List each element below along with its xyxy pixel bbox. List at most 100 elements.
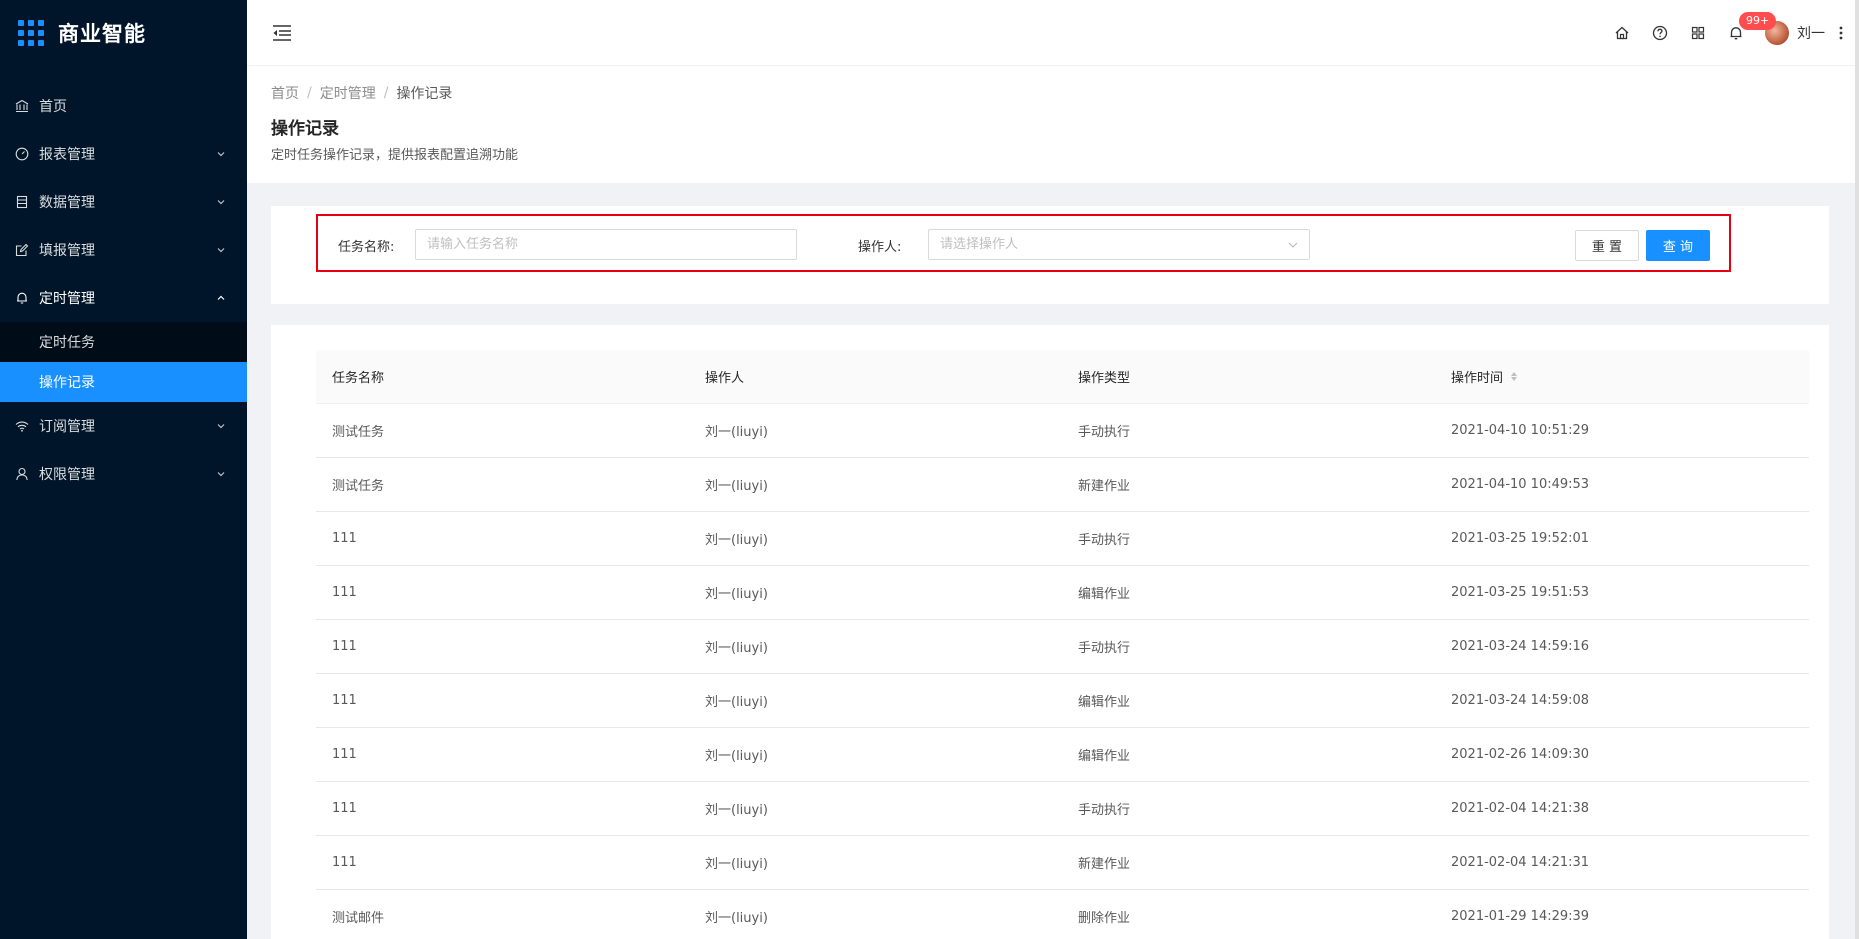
sidebar-item-permissions[interactable]: 权限管理 xyxy=(0,450,247,498)
cell-task-name: 111 xyxy=(332,639,357,654)
cell-operator: 刘一(liuyi) xyxy=(705,911,768,926)
page-title: 操作记录 xyxy=(271,119,339,139)
sidebar-item-operation-log[interactable]: 操作记录 xyxy=(0,362,247,402)
filter-card: 任务名称: 请输入任务名称 操作人: 请选择操作人 重 置 查 询 xyxy=(271,206,1829,304)
cell-operation-time: 2021-04-10 10:51:29 xyxy=(1451,423,1590,438)
notification-button[interactable]: 99+ xyxy=(1717,0,1777,66)
cell-task-name: 111 xyxy=(332,693,357,708)
cell-operation-time: 2021-03-25 19:52:01 xyxy=(1451,531,1590,546)
sort-icon[interactable] xyxy=(1511,372,1518,381)
more-vertical-icon[interactable] xyxy=(1831,0,1851,66)
cell-task-name: 测试任务 xyxy=(332,479,385,494)
username: 刘一 xyxy=(1797,26,1825,42)
breadcrumb-home[interactable]: 首页 xyxy=(271,83,299,103)
cell-operation-type: 手动执行 xyxy=(1078,803,1131,818)
table-row: 111 刘一(liuyi) 新建作业 2021-02-04 14:21:31 xyxy=(316,836,1809,890)
cell-task-name: 111 xyxy=(332,747,357,762)
column-header-operation-time[interactable]: 操作时间 xyxy=(1435,367,1808,386)
operator-select-placeholder: 请选择操作人 xyxy=(940,237,1019,252)
apps-grid-icon xyxy=(18,20,44,46)
query-button[interactable]: 查 询 xyxy=(1646,230,1710,261)
sidebar-item-label: 订阅管理 xyxy=(39,419,95,435)
cell-operator: 刘一(liuyi) xyxy=(705,479,768,494)
table-header: 任务名称 操作人 操作类型 操作时间 xyxy=(316,350,1809,404)
cell-task-name: 测试邮件 xyxy=(332,911,385,926)
cell-task-name: 111 xyxy=(332,531,357,546)
table-row: 111 刘一(liuyi) 编辑作业 2021-03-24 14:59:08 xyxy=(316,674,1809,728)
breadcrumb: 首页 / 定时管理 / 操作记录 xyxy=(271,83,1831,103)
sidebar-item-label: 数据管理 xyxy=(39,195,95,211)
menu-fold-icon[interactable] xyxy=(271,22,293,44)
sidebar-item-label: 报表管理 xyxy=(39,147,95,163)
sidebar-item-home[interactable]: 首页 xyxy=(0,82,247,130)
appstore-icon[interactable] xyxy=(1679,0,1717,66)
table-row: 111 刘一(liuyi) 编辑作业 2021-02-26 14:09:30 xyxy=(316,728,1809,782)
cell-operation-type: 删除作业 xyxy=(1078,911,1131,926)
sidebar-item-subscription[interactable]: 订阅管理 xyxy=(0,402,247,450)
wifi-icon xyxy=(15,419,29,433)
breadcrumb-current: 操作记录 xyxy=(396,86,453,102)
cell-task-name: 测试任务 xyxy=(332,425,385,440)
sidebar-item-data[interactable]: 数据管理 xyxy=(0,178,247,226)
breadcrumb-separator: / xyxy=(307,85,312,101)
chevron-down-icon xyxy=(215,148,227,160)
schedule-submenu: 定时任务 操作记录 xyxy=(0,322,247,402)
sidebar-item-schedule[interactable]: 定时管理 xyxy=(0,274,247,322)
cell-operation-type: 编辑作业 xyxy=(1078,587,1131,602)
cell-operation-type: 手动执行 xyxy=(1078,641,1131,656)
notification-badge: 99+ xyxy=(1739,12,1777,30)
cell-operation-type: 手动执行 xyxy=(1078,425,1131,440)
sidebar-item-scheduled-tasks[interactable]: 定时任务 xyxy=(0,322,247,362)
cell-operation-type: 新建作业 xyxy=(1078,479,1131,494)
column-header-operation-type: 操作类型 xyxy=(1078,371,1131,386)
cell-operator: 刘一(liuyi) xyxy=(705,695,768,710)
page-scrollbar[interactable] xyxy=(1855,0,1859,939)
edit-icon xyxy=(15,243,29,257)
cell-operation-time: 2021-03-25 19:51:53 xyxy=(1451,585,1590,600)
home-icon[interactable] xyxy=(1603,0,1641,66)
cell-operation-time: 2021-02-26 14:09:30 xyxy=(1451,747,1590,762)
help-icon[interactable] xyxy=(1641,0,1679,66)
cell-operator: 刘一(liuyi) xyxy=(705,857,768,872)
cell-operator: 刘一(liuyi) xyxy=(705,425,768,440)
reset-button[interactable]: 重 置 xyxy=(1575,230,1639,261)
table-body: 测试任务 刘一(liuyi) 手动执行 2021-04-10 10:51:29 测试任务… xyxy=(316,404,1809,939)
table-row: 测试任务 刘一(liuyi) 手动执行 2021-04-10 10:51:29 xyxy=(316,404,1809,458)
page-description: 定时任务操作记录，提供报表配置追溯功能 xyxy=(271,148,519,163)
task-name-input[interactable]: 请输入任务名称 xyxy=(415,229,797,260)
table-row: 测试邮件 刘一(liuyi) 删除作业 2021-01-29 14:29:39 xyxy=(316,890,1809,939)
sidebar-item-label: 首页 xyxy=(39,99,67,115)
cell-operator: 刘一(liuyi) xyxy=(705,587,768,602)
logo[interactable]: 商业智能 xyxy=(0,0,247,66)
sidebar-item-label: 权限管理 xyxy=(39,467,95,483)
table-card: 任务名称 操作人 操作类型 操作时间 测试任务 刘一(liuyi) 手动执行 2021… xyxy=(271,325,1829,939)
table-row: 测试任务 刘一(liuyi) 新建作业 2021-04-10 10:49:53 xyxy=(316,458,1809,512)
bell-icon xyxy=(15,291,29,305)
cell-operation-time: 2021-03-24 14:59:08 xyxy=(1451,693,1590,708)
chevron-down-icon xyxy=(215,468,227,480)
cell-task-name: 111 xyxy=(332,801,357,816)
breadcrumb-separator: / xyxy=(383,85,389,101)
database-icon xyxy=(15,195,29,209)
operation-log-table: 任务名称 操作人 操作类型 操作时间 测试任务 刘一(liuyi) 手动执行 2021… xyxy=(316,350,1809,939)
app-title: 商业智能 xyxy=(58,22,146,46)
breadcrumb-schedule[interactable]: 定时管理 xyxy=(320,83,376,103)
sidebar-item-label: 定时管理 xyxy=(39,291,95,307)
cell-operation-time: 2021-02-04 14:21:38 xyxy=(1451,801,1590,816)
table-row: 111 刘一(liuyi) 手动执行 2021-03-24 14:59:16 xyxy=(316,620,1809,674)
cell-operator: 刘一(liuyi) xyxy=(705,641,768,656)
filter-form-highlight: 任务名称: 请输入任务名称 操作人: 请选择操作人 重 置 查 询 xyxy=(316,214,1731,272)
table-row: 111 刘一(liuyi) 手动执行 2021-03-25 19:52:01 xyxy=(316,512,1809,566)
chevron-down-icon xyxy=(1288,242,1298,248)
cell-task-name: 111 xyxy=(332,855,357,870)
cell-operation-time: 2021-02-04 14:21:31 xyxy=(1451,855,1590,870)
chevron-down-icon xyxy=(215,420,227,432)
top-header: 99+ 刘一 xyxy=(247,0,1855,66)
cell-task-name: 111 xyxy=(332,585,357,600)
operator-select[interactable]: 请选择操作人 xyxy=(928,229,1310,260)
sidebar-item-reports[interactable]: 报表管理 xyxy=(0,130,247,178)
cell-operation-time: 2021-04-10 10:49:53 xyxy=(1451,477,1590,492)
dashboard-icon xyxy=(15,147,29,161)
cell-operation-time: 2021-01-29 14:29:39 xyxy=(1451,909,1590,924)
sidebar-item-fill[interactable]: 填报管理 xyxy=(0,226,247,274)
